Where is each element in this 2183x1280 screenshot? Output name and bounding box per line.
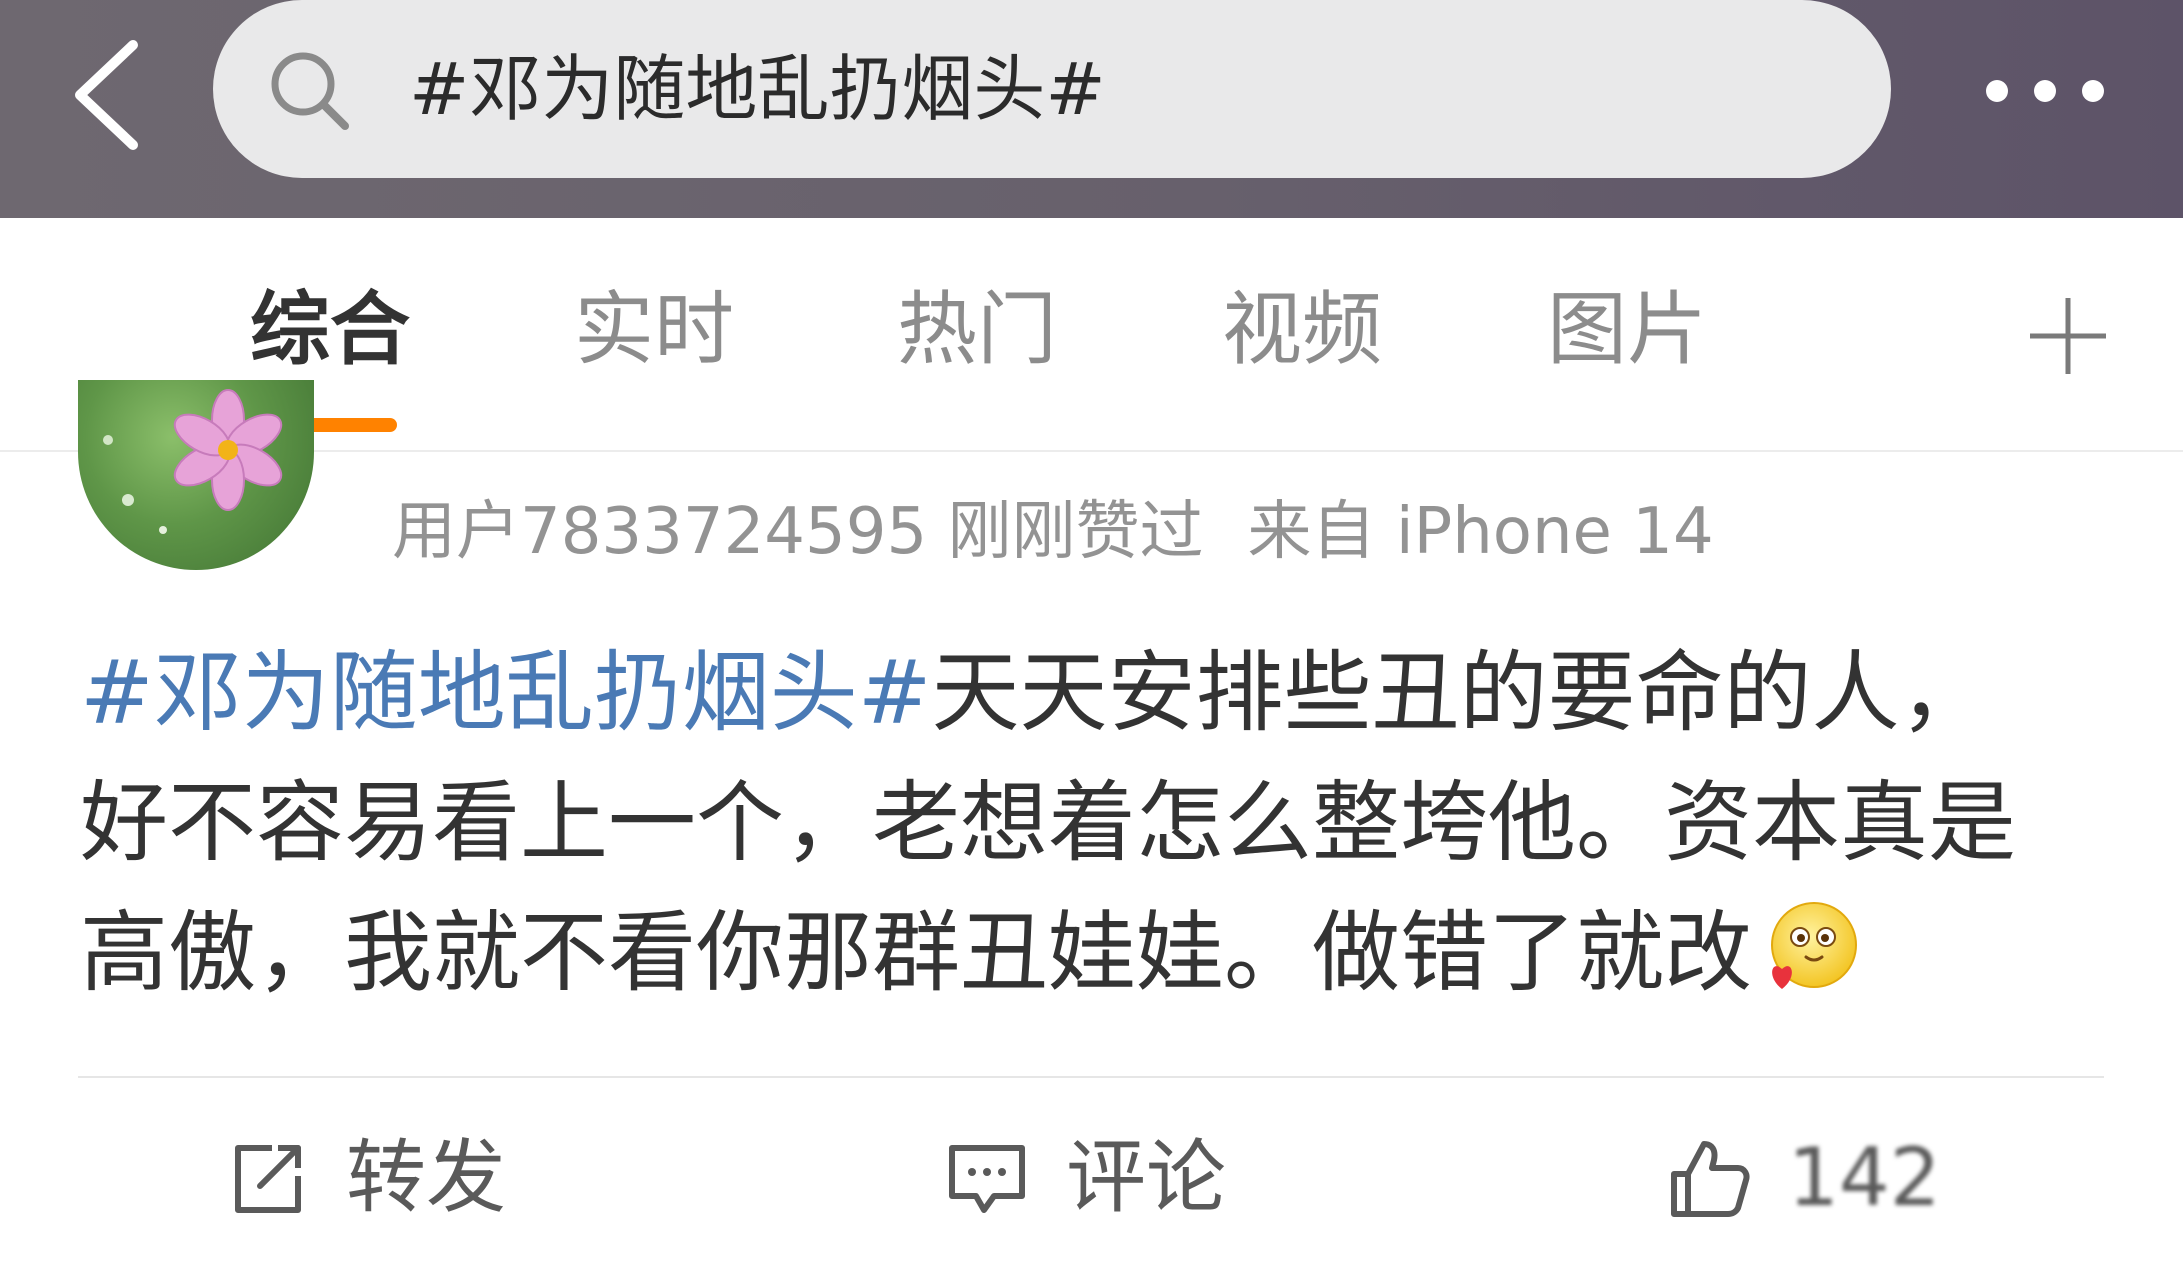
tab-bar: 综合 实时 热门 视频 图片 — [0, 218, 2183, 452]
share-icon — [235, 1145, 301, 1213]
chevron-left-icon — [75, 40, 138, 150]
tab-comprehensive[interactable]: 综合 — [250, 280, 410, 380]
post-line: 高傲，我就不看你那群丑娃娃。做错了就改 — [80, 888, 2120, 1018]
hashtag-link[interactable]: #邓为随地乱扔烟头# — [80, 641, 931, 744]
post-body: #邓为随地乱扔烟头#天天安排些丑的要命的人， 好不容易看上一个，老想着怎么整垮他… — [80, 628, 2120, 1018]
comment-icon — [949, 1145, 1025, 1213]
love-emoji-icon — [1771, 902, 1858, 989]
post-user-line: 用户7833724595 刚刚赞过 — [392, 495, 1204, 569]
post-source: 来自 iPhone 14 — [1247, 495, 1714, 569]
tab-hot[interactable]: 热门 — [897, 280, 1057, 380]
more-dot — [2082, 80, 2104, 102]
repost-label: 转发 — [346, 1131, 506, 1224]
thumbs-up-icon — [1671, 1141, 1750, 1217]
search-query-text: #邓为随地乱扔烟头# — [409, 47, 1106, 131]
post-line: 好不容易看上一个，老想着怎么整垮他。资本真是 — [80, 771, 2017, 874]
flower-avatar-image — [103, 389, 283, 534]
more-dot — [2034, 80, 2056, 102]
search-icon — [271, 52, 349, 130]
plus-icon[interactable] — [2018, 286, 2118, 386]
more-button[interactable] — [1970, 60, 2120, 120]
divider — [78, 1076, 2104, 1078]
post-meta: 用户7833724595 刚刚赞过 来自 iPhone 14 — [392, 488, 1714, 576]
comment-label: 评论 — [1066, 1131, 1226, 1224]
post-text-segment: 天天安排些丑的要命的人， — [931, 641, 1988, 744]
more-dot — [1986, 80, 2008, 102]
post-line: #邓为随地乱扔烟头#天天安排些丑的要命的人， — [80, 628, 2120, 758]
tab-realtime[interactable]: 实时 — [574, 280, 734, 380]
search-input[interactable]: #邓为随地乱扔烟头# — [213, 0, 1891, 178]
top-bar: #邓为随地乱扔烟头# — [0, 0, 2183, 218]
post-text-segment: 高傲，我就不看你那群丑娃娃。做错了就改 — [80, 901, 1753, 1004]
tab-images[interactable]: 图片 — [1547, 280, 1707, 380]
avatar[interactable] — [78, 380, 314, 570]
like-count: 142 — [1788, 1131, 1941, 1224]
back-button[interactable] — [58, 30, 168, 160]
tab-video[interactable]: 视频 — [1222, 280, 1382, 380]
